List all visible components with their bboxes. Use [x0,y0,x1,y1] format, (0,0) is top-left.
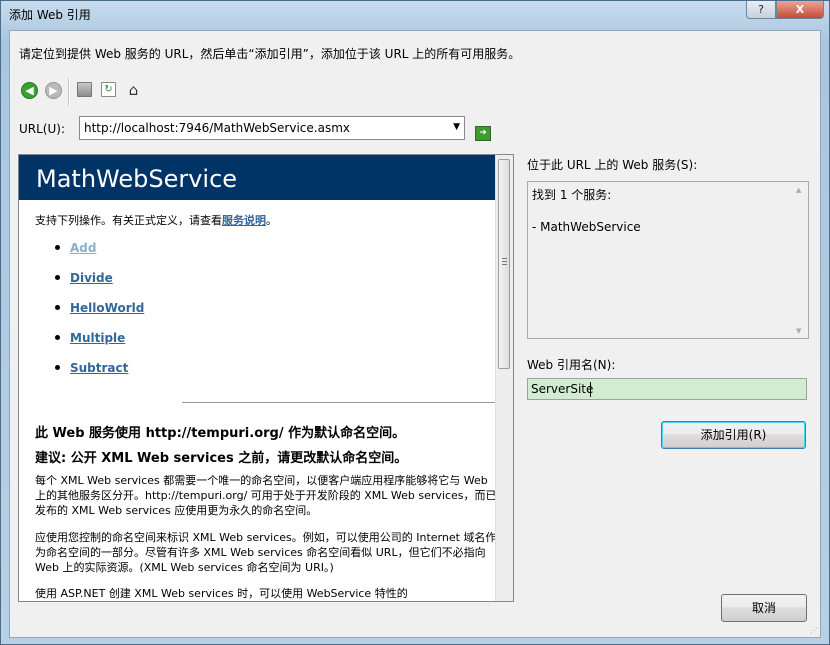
intro-text: 支持下列操作。有关正式定义，请查看服务说明。 [35,212,277,228]
help-button[interactable]: ? [746,1,776,19]
url-value[interactable]: http://localhost:7946/MathWebService.asm… [84,121,350,135]
add-reference-button[interactable]: 添加引用(R) [661,421,806,449]
browser-scrollbar[interactable] [495,155,513,601]
dialog-client-area: 请定位到提供 Web 服务的 URL，然后单击“添加引用”，添加位于该 URL … [9,30,821,638]
chevron-down-icon[interactable]: ▼ [453,122,460,132]
service-browser-pane: MathWebService 支持下列操作。有关正式定义，请查看服务说明。 Ad… [18,154,514,602]
cancel-button[interactable]: 取消 [721,594,807,622]
home-icon[interactable]: ⌂ [125,82,142,99]
operation-item: Divide [55,271,144,301]
bullet-icon [55,275,60,280]
operation-item: Subtract [55,361,144,391]
namespace-paragraph-2: 应使用您控制的命名空间来标识 XML Web services。例如，可以使用公… [35,531,497,574]
operation-link-divide[interactable]: Divide [70,271,113,285]
operation-item: Add [55,241,144,271]
browser-toolbar: ◀ ▶ ↻ ⌂ [19,78,159,106]
web-ref-name-value[interactable]: ServerSite [531,382,593,396]
window-title: 添加 Web 引用 [9,8,91,22]
title-bar[interactable]: 添加 Web 引用 ? X [1,1,829,27]
services-scrollbar[interactable]: ▲ ▼ [792,182,808,338]
grip-line [502,264,507,265]
operations-list: Add Divide HelloWorld Multiple Subtract [55,241,144,391]
web-ref-name-label: Web 引用名(N): [527,358,616,372]
service-description-link[interactable]: 服务说明 [222,214,266,227]
operation-link-subtract[interactable]: Subtract [70,361,128,375]
forward-icon[interactable]: ▶ [45,82,62,99]
bullet-icon [55,245,60,250]
operation-item: HelloWorld [55,301,144,331]
grip-line [502,261,507,262]
bullet-icon [55,305,60,310]
bullet-icon [55,365,60,370]
toolbar-separator [68,78,70,106]
bullet-icon [55,335,60,340]
url-label: URL(U): [19,122,65,136]
web-ref-name-input[interactable]: ServerSite [527,378,807,400]
service-list-item[interactable]: - MathWebService [532,220,641,234]
scrollbar-thumb[interactable] [498,159,510,369]
services-list[interactable]: 找到 1 个服务: - MathWebService ▲ ▼ [527,181,809,339]
services-label: 位于此 URL 上的 Web 服务(S): [527,158,698,172]
operation-link-helloworld[interactable]: HelloWorld [70,301,144,315]
intro-label: 支持下列操作。有关正式定义，请查看 [35,214,222,227]
found-count-text: 找到 1 个服务: [532,188,612,202]
divider [182,402,496,403]
scroll-up-icon[interactable]: ▲ [796,186,801,194]
text-caret [590,382,591,397]
refresh-icon[interactable]: ↻ [101,82,116,97]
back-icon[interactable]: ◀ [21,82,38,99]
namespace-paragraph-3: 使用 ASP.NET 创建 XML Web services 时，可以使用 We… [35,587,408,600]
namespace-paragraph-1: 每个 XML Web services 都需要一个唯一的命名空间，以便客户端应用… [35,474,497,517]
grip-line [502,258,507,259]
close-button[interactable]: X [776,1,824,19]
namespace-suggestion: 建议: 公开 XML Web services 之前，请更改默认命名空间。 [35,451,408,466]
operation-item: Multiple [55,331,144,361]
namespace-notice: 此 Web 服务使用 http://tempuri.org/ 作为默认命名空间。 [35,426,406,441]
dialog-window: 添加 Web 引用 ? X 请定位到提供 Web 服务的 URL，然后单击“添加… [0,0,830,645]
scroll-down-icon[interactable]: ▼ [796,327,801,335]
service-banner: MathWebService [19,155,497,200]
operation-link-multiple[interactable]: Multiple [70,331,125,345]
go-arrow-icon[interactable]: ➜ [475,126,491,141]
instruction-text: 请定位到提供 Web 服务的 URL，然后单击“添加引用”，添加位于该 URL … [19,47,521,61]
intro-end: 。 [266,214,277,227]
operation-link-add[interactable]: Add [70,241,96,255]
stop-icon[interactable] [77,82,92,97]
service-title: MathWebService [36,165,238,193]
resize-grip-icon[interactable]: ⋰ [810,626,818,635]
url-combobox[interactable]: http://localhost:7946/MathWebService.asm… [79,116,465,140]
